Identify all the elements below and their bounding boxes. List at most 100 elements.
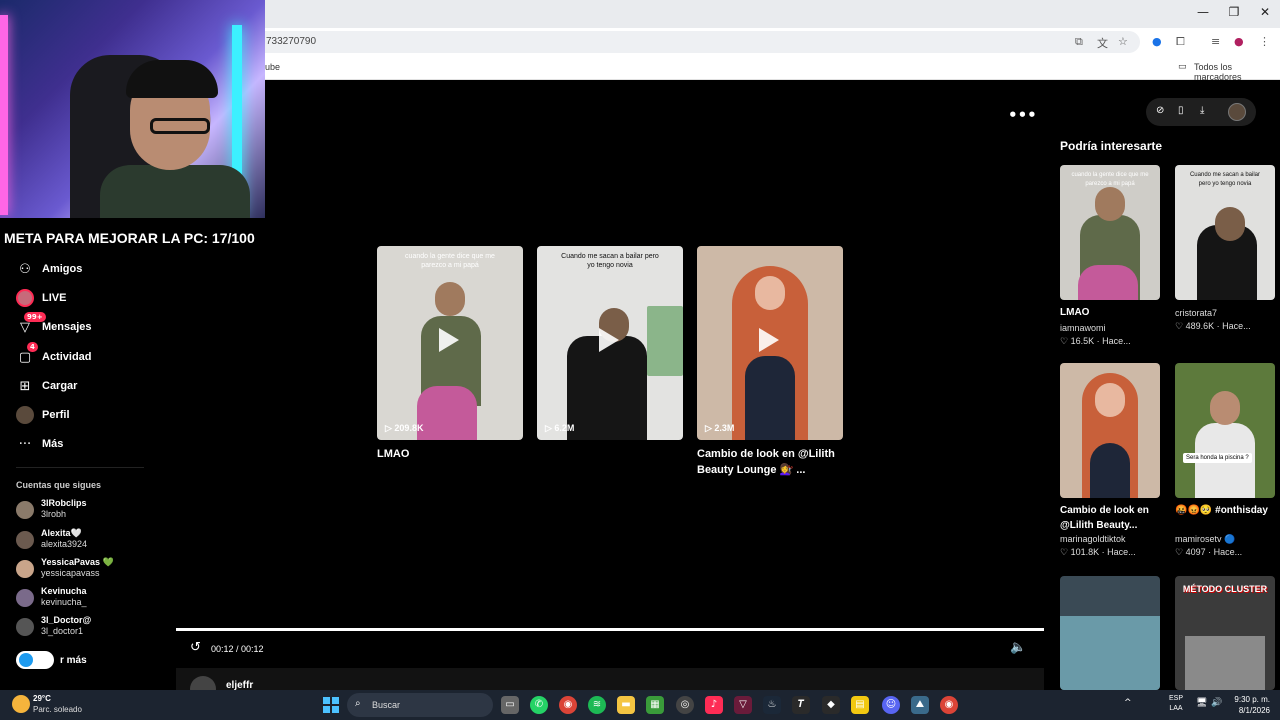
media-icon[interactable]: ≡ [1211, 35, 1220, 48]
sidebar-item-activity[interactable]: ▢ 4 Actividad [16, 342, 92, 367]
steam-icon[interactable]: ♨ [763, 696, 781, 714]
recommendation-thumbnail[interactable]: Cuando me sacan a bailar pero yo tengo n… [1175, 165, 1275, 300]
following-item[interactable]: 3l_Doctor@ 3l_doctor1 [16, 615, 156, 639]
video-thumbnail[interactable]: cuando la gente dice que me parezco a mi… [377, 246, 523, 440]
recommendation-thumbnail[interactable] [1060, 363, 1160, 498]
phone-icon[interactable]: ▯ [1178, 105, 1184, 116]
sidebar-item-friends[interactable]: ⚇ Amigos [16, 259, 82, 279]
whatsapp-icon[interactable]: ✆ [530, 696, 548, 714]
progress-bar[interactable] [176, 628, 1044, 631]
weather-icon[interactable] [12, 695, 30, 713]
minimize-button[interactable]: — [1188, 5, 1218, 19]
sidebar-item-live[interactable]: LIVE [16, 288, 66, 308]
url-text: 733270790 [266, 36, 317, 47]
weather-condition[interactable]: Parc. soleado [33, 705, 82, 714]
sidebar-item-profile[interactable]: Perfil [16, 405, 70, 425]
tiktok-icon[interactable]: ♪ [705, 696, 723, 714]
coin-icon[interactable]: ⊘ [1156, 105, 1164, 116]
following-item[interactable]: YessicaPavas 💚 yessicapavass [16, 557, 156, 581]
replay-icon[interactable]: ↺ [190, 640, 201, 655]
recommendation-author[interactable]: iamnawomi [1060, 323, 1106, 333]
recommendation-title[interactable]: LMAO [1060, 305, 1164, 320]
weather-temp[interactable]: 29°C [33, 694, 51, 703]
recommendation-thumbnail[interactable]: Sera honda la piscina ? [1175, 363, 1275, 498]
all-bookmarks-link[interactable]: Todos los marcadores [1194, 62, 1280, 82]
sidebar-item-label: Actividad [42, 351, 92, 363]
chrome-active-icon[interactable]: ◉ [940, 696, 958, 714]
following-item[interactable]: 3lRobclips 3lrobh [16, 498, 156, 522]
recommendation-thumbnail[interactable]: cuando la gente dice que me parezco a mi… [1060, 165, 1160, 300]
recommendation-caption-overlay: cuando la gente dice que me parezco a mi… [1071, 172, 1149, 187]
taskbar-search[interactable]: ⌕ Buscar [347, 693, 493, 717]
volume-icon[interactable]: 🔈 [1010, 640, 1026, 655]
sidebar-item-more[interactable]: ··· Más [16, 434, 64, 454]
language-indicator[interactable]: ESP LAA [1164, 694, 1188, 714]
download-icon[interactable]: ⤓ [1200, 105, 1204, 116]
toggle-switch[interactable] [16, 651, 54, 669]
led-light [0, 15, 8, 215]
url-input[interactable]: 733270790 [250, 31, 1140, 53]
recommendation-title[interactable]: Cambio de look en @Lilith Beauty... [1060, 503, 1164, 533]
clock[interactable]: 9:30 p. m. 8/1/2026 [1226, 694, 1270, 716]
following-item[interactable]: Alexita🤍 alexita3924 [16, 528, 156, 552]
star-icon[interactable]: ☆ [1118, 35, 1128, 48]
profile-avatar-icon[interactable]: ● [1234, 35, 1244, 48]
tf-app-icon[interactable]: 𝑻 [792, 696, 810, 714]
tiktok-page: ⚇ Amigos LIVE ▽ 99+ Mensajes ▢ 4 Actividad… [0, 0, 1280, 702]
windows-start-icon[interactable] [323, 697, 339, 713]
spotify-icon[interactable]: ≋ [588, 696, 606, 714]
recommendation-thumbnail[interactable] [1060, 576, 1160, 690]
recommendation-author[interactable]: mamirosetv 🔵 [1175, 534, 1235, 545]
thumbnail-frame [647, 306, 683, 376]
extensions-puzzle-icon[interactable]: ⧠ [1176, 35, 1185, 49]
translate-icon[interactable]: 文 [1097, 35, 1108, 51]
app-icon[interactable]: ▽ [734, 696, 752, 714]
maximize-button[interactable]: ❐ [1219, 5, 1249, 19]
play-icon[interactable] [599, 328, 619, 352]
chrome-icon[interactable]: ◉ [559, 696, 577, 714]
close-button[interactable]: ✕ [1250, 5, 1280, 19]
volume-tray-icon[interactable]: 🔊 [1211, 698, 1222, 708]
keyboard-layout: LAA [1169, 705, 1183, 712]
video-thumbnail[interactable]: Cuando me sacan a bailar pero yo tengo n… [537, 246, 683, 440]
extension-icon[interactable]: ● [1152, 35, 1162, 48]
recommendation-author[interactable]: cristorata7 [1175, 308, 1217, 318]
activity-icon: ▢ 4 [16, 342, 38, 366]
chevron-up-icon[interactable]: ^ [1124, 698, 1132, 708]
video-title[interactable]: Cambio de look en @Lilith Beauty Lounge … [697, 446, 847, 478]
epic-games-icon[interactable]: ◆ [822, 696, 840, 714]
see-more-button[interactable]: r más [16, 650, 87, 670]
app-icon[interactable]: ⛰ [911, 696, 929, 714]
messages-icon: ▽ 99+ [16, 312, 46, 336]
play-icon[interactable] [759, 328, 779, 352]
user-avatar[interactable] [1228, 103, 1246, 121]
more-options-icon[interactable]: ••• [1008, 106, 1037, 124]
cast-icon[interactable]: ⧉ [1075, 35, 1083, 49]
video-thumbnail[interactable]: ▷ 2.3M [697, 246, 843, 440]
sidebar-item-upload[interactable]: ⊞ Cargar [16, 376, 78, 396]
recommendation-thumbnail[interactable]: MÉTODO CLUSTER [1175, 576, 1275, 690]
discord-icon[interactable]: ☺ [882, 696, 900, 714]
obs-icon[interactable]: ◎ [676, 696, 694, 714]
menu-kebab-icon[interactable]: ⋮ [1259, 35, 1270, 48]
recommendation-title[interactable]: 🤬😡🥺 #onthisday [1175, 503, 1279, 518]
network-icon[interactable]: 🖥 [1196, 698, 1207, 708]
video-toolbar: ⊘ ▯ ⤓ [1146, 98, 1256, 126]
minecraft-icon[interactable]: ▦ [646, 696, 664, 714]
sticky-notes-icon[interactable]: ▤ [851, 696, 869, 714]
avatar [16, 560, 34, 578]
author-bar: eljeffr [176, 668, 1044, 702]
file-explorer-icon[interactable]: ▬ [617, 696, 635, 714]
following-name: Alexita🤍 [41, 528, 82, 538]
activity-badge: 4 [27, 342, 38, 352]
thumbnail-head [435, 282, 465, 316]
bookmark-item[interactable]: ube [265, 62, 280, 72]
sidebar-item-messages[interactable]: ▽ 99+ Mensajes [16, 312, 92, 337]
recommendation-author[interactable]: marinagoldtiktok [1060, 534, 1126, 544]
screen: — ❐ ✕ 733270790 ⧉ 文 ☆ ● ⧠ ≡ ● ⋮ ube ▭ To… [0, 0, 1280, 720]
avatar [16, 589, 34, 607]
video-title[interactable]: LMAO [377, 446, 523, 462]
task-view-icon[interactable]: ▭ [501, 696, 519, 714]
following-item[interactable]: Kevinucha kevinucha_ [16, 586, 156, 610]
play-icon[interactable] [439, 328, 459, 352]
